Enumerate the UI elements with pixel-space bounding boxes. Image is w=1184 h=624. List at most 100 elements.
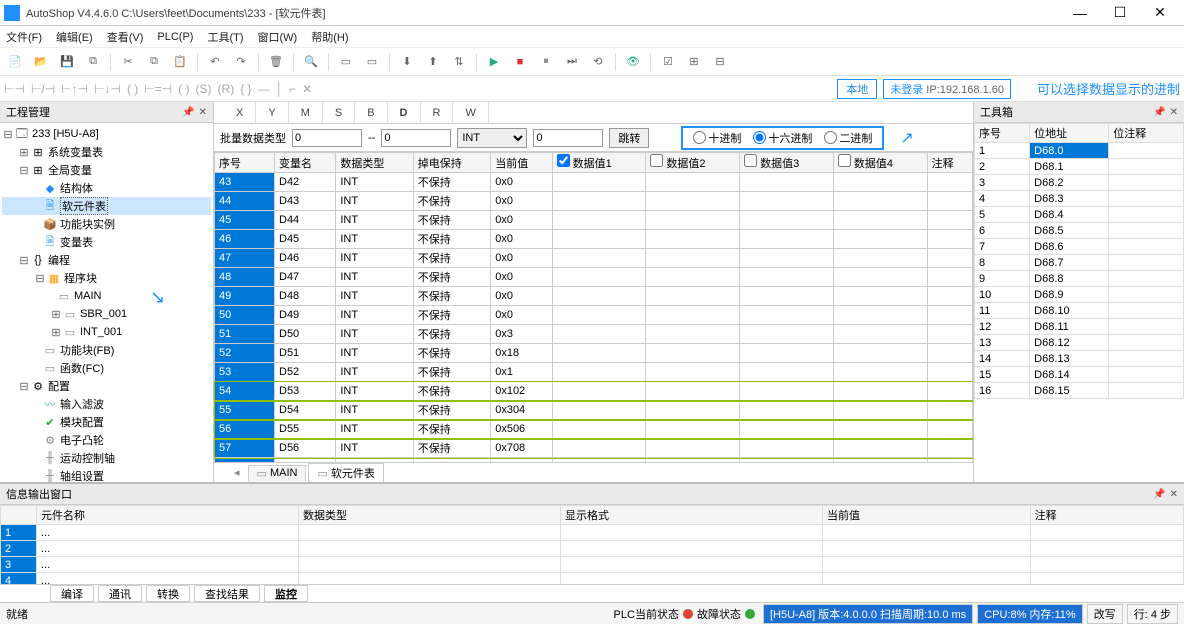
type-select[interactable]: INT	[457, 128, 527, 148]
monitor-icon[interactable]: 👁	[622, 51, 644, 73]
compare-icon[interactable]: ⇅	[448, 51, 470, 73]
close-button[interactable]: ✕	[1140, 4, 1180, 21]
ld-set-icon[interactable]: (S)	[196, 82, 212, 96]
output-tab[interactable]: 编译	[50, 585, 94, 602]
tab-nav-left[interactable]: ◂	[234, 466, 240, 479]
panel-pin-icon[interactable]: 📌	[182, 107, 194, 118]
bit-row[interactable]: 15D68.14	[975, 367, 1184, 383]
ld-coil-icon[interactable]: ( )	[127, 82, 138, 96]
tool3-icon[interactable]: ⊟	[709, 51, 731, 73]
output-grid[interactable]: 元件名称数据类型显示格式当前值注释1...2...3...4...5	[0, 505, 1184, 584]
menu-window[interactable]: 窗口(W)	[258, 29, 298, 45]
grid-row[interactable]: 52D51INT不保持0x18	[215, 344, 973, 363]
output-row[interactable]: 3...	[1, 557, 1184, 573]
output-row[interactable]: 4...	[1, 573, 1184, 585]
pause-icon[interactable]: ⏸	[535, 51, 557, 73]
run-icon[interactable]: ▶	[483, 51, 505, 73]
upload-icon[interactable]: ⬆	[422, 51, 444, 73]
radix-bin[interactable]: 二进制	[824, 130, 872, 146]
grid-row[interactable]: 57D56INT不保持0x708	[215, 439, 973, 458]
download-icon[interactable]: ⬇	[396, 51, 418, 73]
bit-row[interactable]: 5D68.4	[975, 207, 1184, 223]
stop-icon[interactable]: ■	[509, 51, 531, 73]
tab-w[interactable]: W	[453, 102, 488, 123]
menu-edit[interactable]: 编辑(E)	[56, 29, 93, 45]
save-icon[interactable]: 💾	[56, 51, 78, 73]
menu-tool[interactable]: 工具(T)	[207, 29, 243, 45]
to-input[interactable]	[381, 129, 451, 147]
paste-icon[interactable]: 📋	[169, 51, 191, 73]
ld-cmp-icon[interactable]: ⊢=⊣	[144, 82, 172, 96]
ld-rise-icon[interactable]: ⊢↑⊣	[61, 82, 88, 96]
tab-m[interactable]: M	[289, 102, 323, 123]
redo-icon[interactable]: ↷	[230, 51, 252, 73]
login-status[interactable]: 未登录 IP:192.168.1.60	[883, 79, 1011, 99]
reset-icon[interactable]: ⟲	[587, 51, 609, 73]
tab-soft[interactable]: ▭软元件表	[308, 463, 383, 482]
maximize-button[interactable]: ☐	[1100, 4, 1140, 21]
bit-row[interactable]: 12D68.11	[975, 319, 1184, 335]
radix-hex[interactable]: 十六进制	[753, 130, 812, 146]
menu-view[interactable]: 查看(V)	[107, 29, 144, 45]
tab-y[interactable]: Y	[256, 102, 288, 123]
grid-row[interactable]: 56D55INT不保持0x506	[215, 420, 973, 439]
bit-row[interactable]: 8D68.7	[975, 255, 1184, 271]
undo-icon[interactable]: ↶	[204, 51, 226, 73]
tab-main[interactable]: ▭MAIN	[248, 465, 307, 481]
bit-row[interactable]: 13D68.12	[975, 335, 1184, 351]
tab-d[interactable]: D	[388, 102, 421, 123]
menu-file[interactable]: 文件(F)	[6, 29, 42, 45]
minimize-button[interactable]: —	[1060, 5, 1100, 21]
output-row[interactable]: 1...	[1, 525, 1184, 541]
grid-row[interactable]: 51D50INT不保持0x3	[215, 325, 973, 344]
grid-row[interactable]: 54D53INT不保持0x102	[215, 382, 973, 401]
output-tab[interactable]: 监控	[264, 585, 308, 602]
compileall-icon[interactable]: ▭	[361, 51, 383, 73]
ld-contact-icon[interactable]: ⊢⊣	[4, 82, 25, 96]
ld-nc-icon[interactable]: ⊢/⊣	[31, 82, 55, 96]
pin-icon[interactable]: 📌	[1153, 107, 1165, 118]
grid-row[interactable]: 58D57INT不保持0x0	[215, 458, 973, 463]
grid-row[interactable]: 55D54INT不保持0x304	[215, 401, 973, 420]
bit-row[interactable]: 3D68.2	[975, 175, 1184, 191]
delete-icon[interactable]: 🗑	[265, 51, 287, 73]
grid-row[interactable]: 44D43INT不保持0x0	[215, 192, 973, 211]
grid-row[interactable]: 50D49INT不保持0x0	[215, 306, 973, 325]
tab-b[interactable]: B	[355, 102, 387, 123]
output-tab[interactable]: 转换	[146, 585, 190, 602]
grid-row[interactable]: 46D45INT不保持0x0	[215, 230, 973, 249]
output-row[interactable]: 2...	[1, 541, 1184, 557]
ld-rst-icon[interactable]: (R)	[218, 82, 235, 96]
grid-row[interactable]: 53D52INT不保持0x1	[215, 363, 973, 382]
compile-icon[interactable]: ▭	[335, 51, 357, 73]
open-icon[interactable]: 📂	[30, 51, 52, 73]
tab-x[interactable]: X	[224, 102, 256, 123]
grid-row[interactable]: 43D42INT不保持0x0	[215, 173, 973, 192]
addr-input[interactable]	[533, 129, 603, 147]
bit-row[interactable]: 4D68.3	[975, 191, 1184, 207]
tab-s[interactable]: S	[323, 102, 355, 123]
bit-row[interactable]: 11D68.10	[975, 303, 1184, 319]
bit-row[interactable]: 6D68.5	[975, 223, 1184, 239]
grid-row[interactable]: 47D46INT不保持0x0	[215, 249, 973, 268]
menu-help[interactable]: 帮助(H)	[311, 29, 348, 45]
bit-table[interactable]: 序号位地址位注释1D68.02D68.13D68.24D68.35D68.46D…	[974, 123, 1184, 399]
output-tab[interactable]: 通讯	[98, 585, 142, 602]
new-icon[interactable]: 📄	[4, 51, 26, 73]
bit-row[interactable]: 14D68.13	[975, 351, 1184, 367]
data-grid[interactable]: 序号变量名数据类型掉电保持当前值 数据值1 数据值2 数据值3 数据值4注释43…	[214, 152, 973, 462]
output-tab[interactable]: 查找结果	[194, 585, 260, 602]
menu-plc[interactable]: PLC(P)	[157, 31, 193, 43]
bit-row[interactable]: 16D68.15	[975, 383, 1184, 399]
tool2-icon[interactable]: ⊞	[683, 51, 705, 73]
copy-icon[interactable]: ⧉	[143, 51, 165, 73]
ld-func-icon[interactable]: { }	[240, 82, 251, 96]
tool1-icon[interactable]: ☑	[657, 51, 679, 73]
ld-out-icon[interactable]: ( )	[178, 82, 189, 96]
panel-close-icon[interactable]: ✕	[199, 107, 207, 118]
from-input[interactable]	[292, 129, 362, 147]
jump-button[interactable]: 跳转	[609, 128, 649, 148]
bit-row[interactable]: 1D68.0	[975, 143, 1184, 159]
project-tree[interactable]: ⊟🗔233 [H5U-A8] ⊞⊞系统变量表 ⊟⊞全局变量 ◆结构体 🗎软元件表…	[0, 123, 213, 482]
tab-r[interactable]: R	[421, 102, 454, 123]
